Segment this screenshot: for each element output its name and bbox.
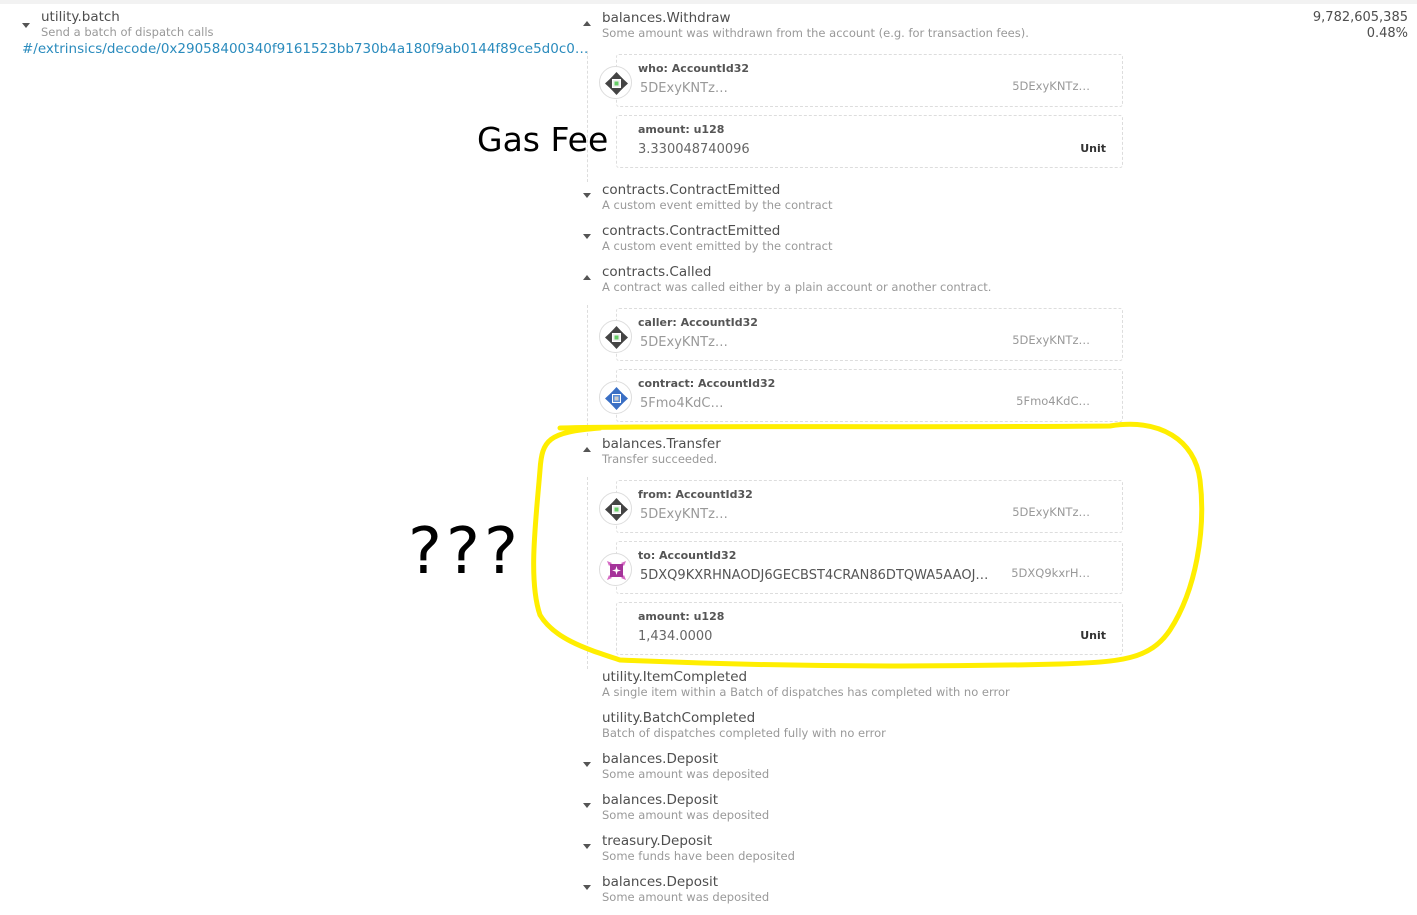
- highlight-circle: [531, 421, 1205, 669]
